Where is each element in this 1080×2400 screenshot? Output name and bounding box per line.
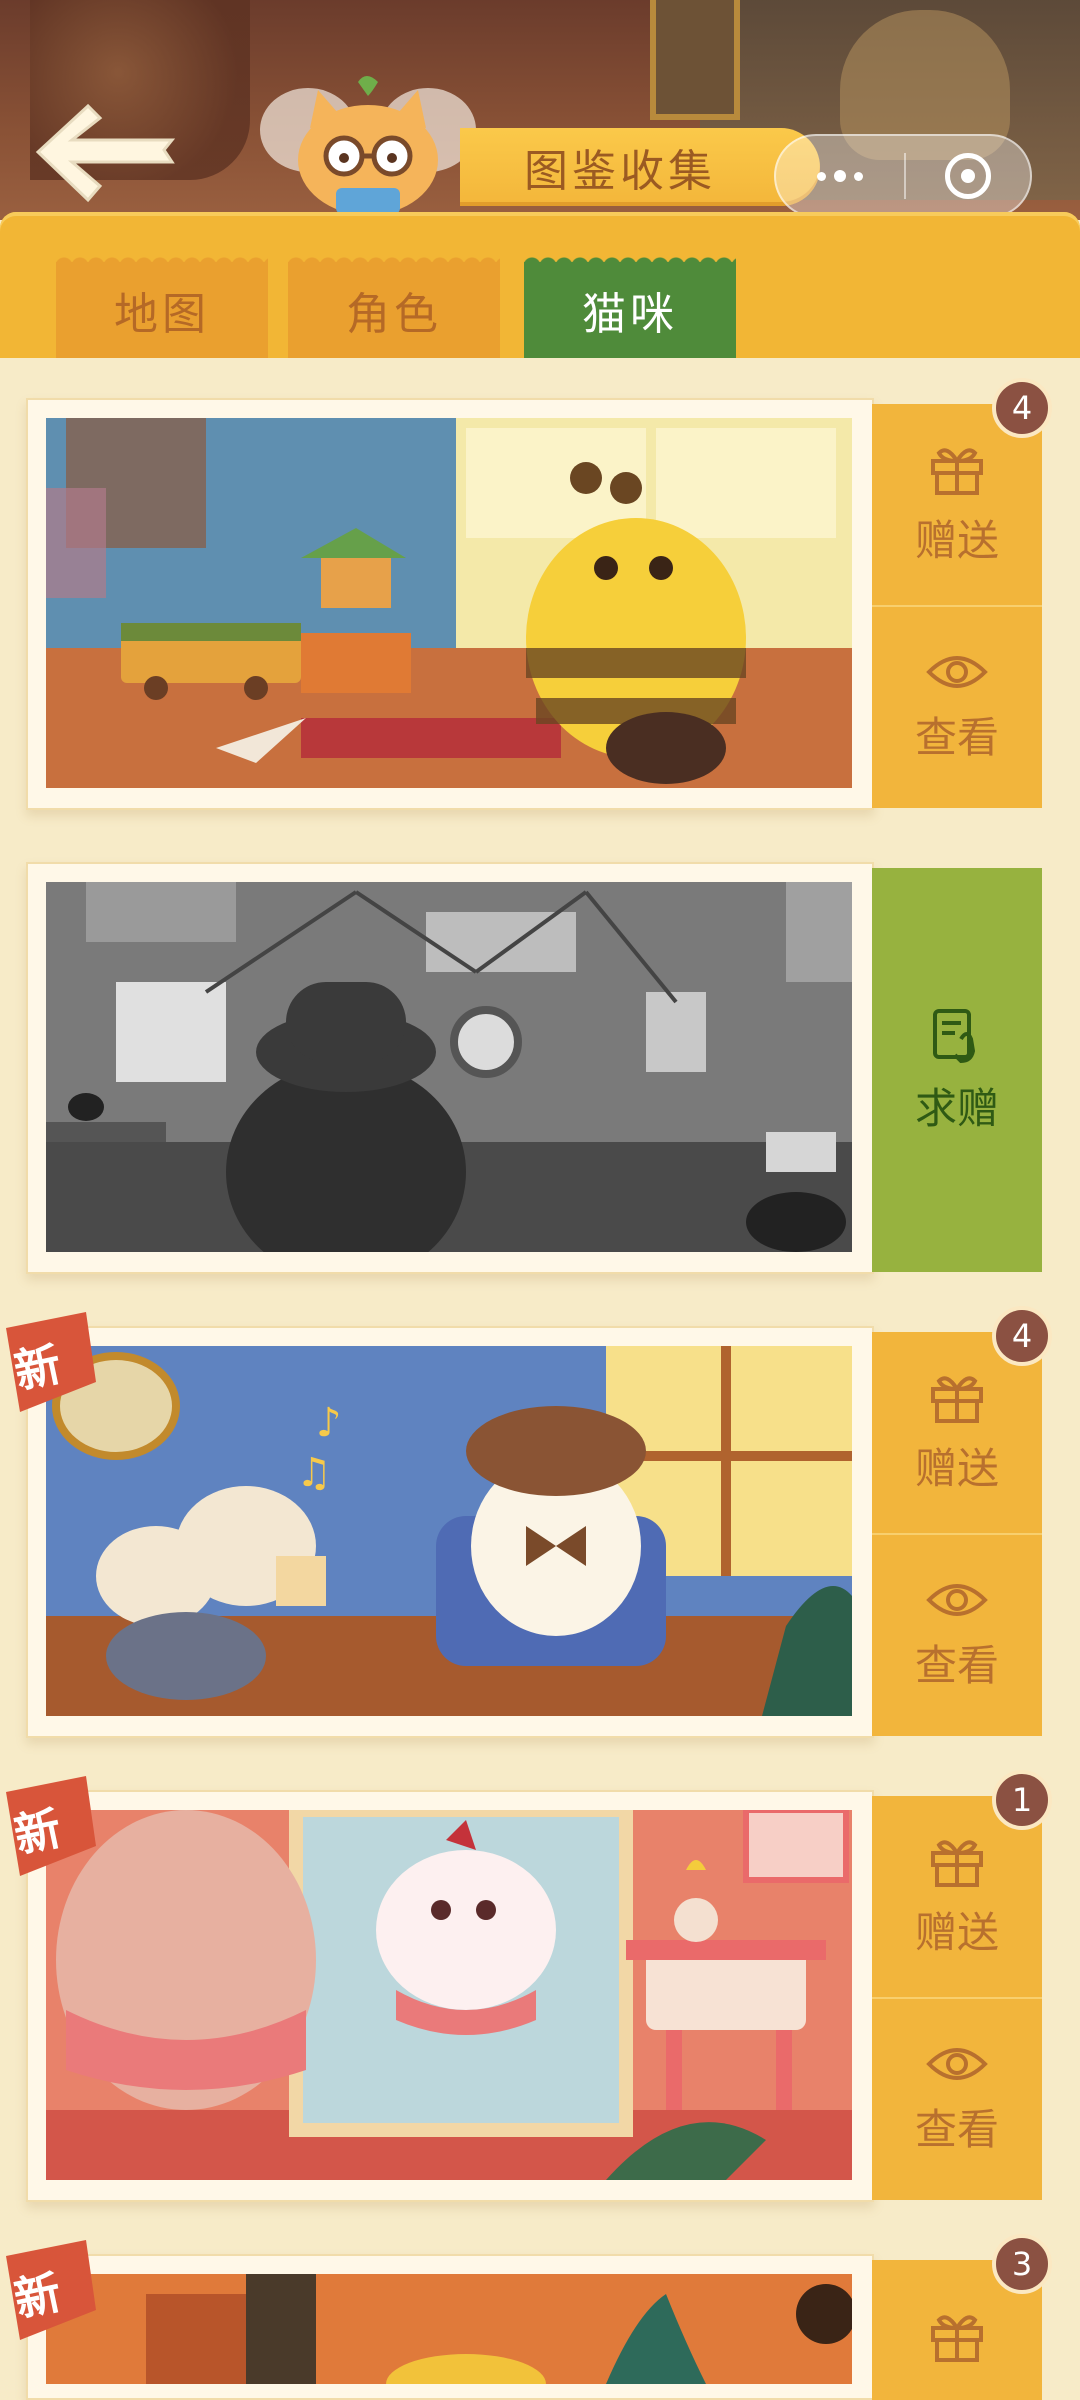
- gift-icon: [931, 448, 983, 495]
- eye-icon: [926, 1584, 988, 1616]
- partial-illustration: [46, 2274, 852, 2384]
- view-button[interactable]: 查看: [872, 1997, 1042, 2200]
- eye-icon: [926, 656, 988, 688]
- gift-count-badge: 3: [992, 2234, 1052, 2294]
- card-image-frame[interactable]: [26, 1790, 874, 2202]
- gift-count-badge: 1: [992, 1770, 1052, 1830]
- tab-bar: 地图 角色 猫咪: [0, 212, 1080, 358]
- card-image-frame[interactable]: [26, 2254, 874, 2400]
- tab-map[interactable]: 地图: [56, 252, 268, 358]
- card-actions: 赠送 查看: [872, 1332, 1042, 1736]
- collection-card: 赠送 查看 4: [26, 378, 1052, 810]
- page-title: 图鉴收集: [524, 146, 716, 197]
- svg-text:♫: ♫: [296, 1450, 332, 1496]
- gift-icon: [931, 1840, 983, 1887]
- card-image-frame[interactable]: [26, 862, 874, 1274]
- card-actions: 赠送 查看: [872, 404, 1042, 808]
- gift-count-badge: 4: [992, 378, 1052, 438]
- more-options-icon[interactable]: [776, 170, 904, 182]
- bee-cat-illustration: [46, 418, 852, 788]
- music-cats-illustration: ♪ ♫: [46, 1346, 852, 1716]
- back-arrow-icon[interactable]: [30, 100, 180, 210]
- view-label: 查看: [914, 713, 999, 762]
- close-mini-program-icon[interactable]: [906, 153, 1030, 199]
- gift-count-badge: 4: [992, 1306, 1052, 1366]
- tab-cats[interactable]: 猫咪: [524, 252, 736, 358]
- view-button[interactable]: 查看: [872, 1533, 1042, 1736]
- card-image-frame[interactable]: ♪ ♫: [26, 1326, 874, 1738]
- view-label: 查看: [914, 2105, 999, 2154]
- gift-label: 赠送: [914, 1444, 999, 1493]
- request-gift-label: 求赠: [914, 1083, 999, 1133]
- mascot-cat-avatar: [258, 70, 478, 220]
- request-hand-icon: [933, 1008, 976, 1063]
- view-label: 查看: [914, 1641, 999, 1690]
- view-button[interactable]: 查看: [872, 605, 1042, 808]
- gift-icon: [931, 1376, 983, 1423]
- collection-card: 赠送 查看 1 新: [6, 1770, 1052, 2202]
- ballet-cat-illustration: [46, 1810, 852, 2180]
- new-tag: 新: [0, 2240, 100, 2340]
- eye-icon: [926, 2048, 988, 2080]
- gift-label: 赠送: [914, 516, 999, 565]
- gift-icon: [931, 2315, 983, 2362]
- collection-card: 求赠: [26, 862, 1042, 1274]
- request-gift-button[interactable]: 求赠: [872, 868, 1042, 1272]
- card-image-frame[interactable]: [26, 398, 874, 810]
- collection-card: ♪ ♫ 赠送 查看 4 新: [6, 1306, 1052, 1738]
- card-actions: 求赠: [872, 868, 1042, 1272]
- tab-characters[interactable]: 角色: [288, 252, 500, 358]
- collection-list: 赠送 查看 4 求赠 ♪ ♫ 赠送 查看 4 新 赠送 查看 1 新 3 新: [0, 358, 1080, 2400]
- svg-text:♪: ♪: [316, 1400, 342, 1446]
- gift-label: 赠送: [914, 1908, 999, 1957]
- collection-card: 3 新: [6, 2234, 1052, 2400]
- page-title-banner: 图鉴收集: [460, 128, 820, 206]
- new-tag: 新: [0, 1312, 100, 1412]
- card-actions: 赠送 查看: [872, 1796, 1042, 2200]
- new-tag: 新: [0, 1776, 100, 1876]
- detective-cat-illustration: [46, 882, 852, 1252]
- mini-program-capsule: [774, 134, 1032, 218]
